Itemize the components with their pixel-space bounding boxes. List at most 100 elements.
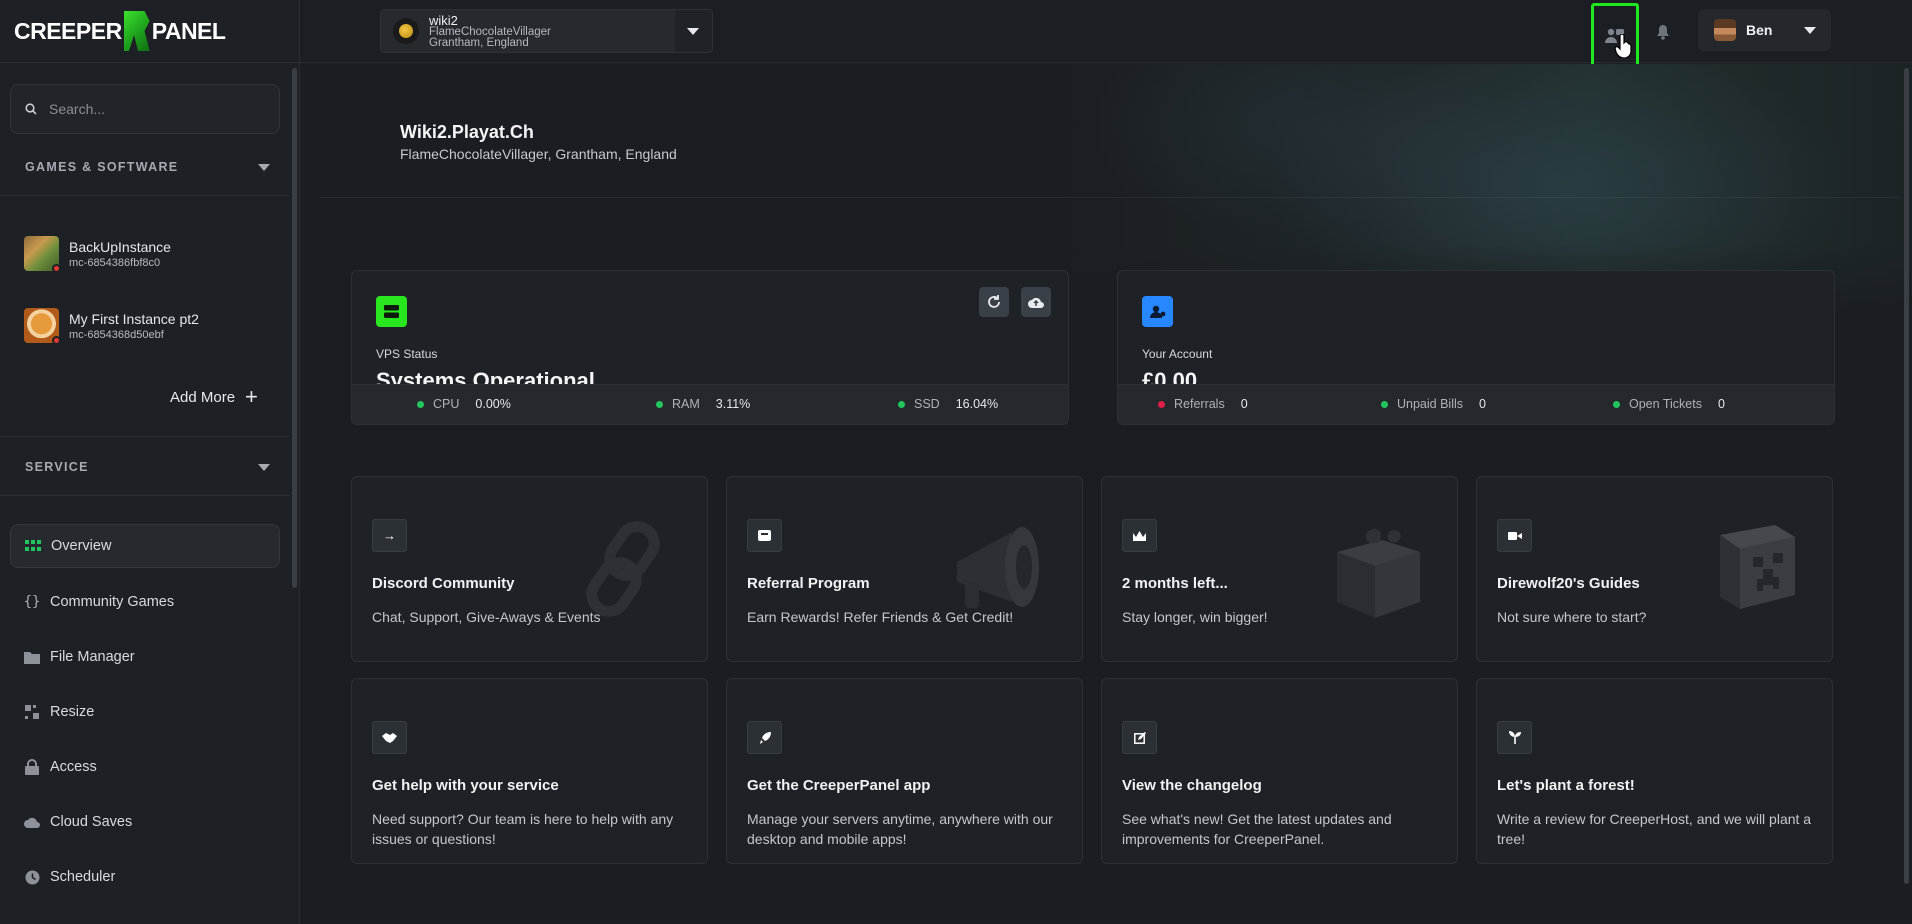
sidebar-item-community-games[interactable]: {} Community Games — [10, 580, 280, 624]
grid-icon — [25, 538, 41, 554]
sidebar-item-resize[interactable]: Resize — [10, 690, 280, 734]
stat-value: 0 — [1717, 397, 1725, 411]
tile-description: Manage your servers anytime, anywhere wi… — [747, 811, 1053, 847]
unpaid-bills-stat[interactable]: Unpaid Bills 0 — [1381, 397, 1486, 411]
get-app-tile[interactable]: Get the CreeperPanel app Manage your ser… — [726, 678, 1083, 864]
tile-title: Let's plant a forest! — [1497, 777, 1635, 794]
referrals-stat[interactable]: Referrals 0 — [1158, 397, 1248, 411]
clock-icon — [24, 869, 40, 885]
tile-description: Not sure where to start? — [1497, 609, 1647, 625]
instance-thumbnail — [24, 236, 61, 273]
topbar: wiki2 FlameChocolateVillager Grantham, E… — [300, 0, 1912, 69]
server-node: FlameChocolateVillager — [429, 25, 551, 38]
discord-community-tile[interactable]: → Discord Community Chat, Support, Give-… — [351, 476, 708, 662]
server-name: wiki2 — [429, 12, 458, 28]
instance-item[interactable]: BackUpInstance mc-6854386fbf8c0 — [24, 236, 171, 273]
search-input[interactable] — [49, 101, 249, 117]
server-rack-icon — [376, 296, 407, 327]
instance-id: mc-6854386fbf8c0 — [69, 256, 161, 269]
plant-forest-tile[interactable]: Let's plant a forest! Write a review for… — [1476, 678, 1833, 864]
loyalty-tile[interactable]: 2 months left... Stay longer, win bigger… — [1101, 476, 1458, 662]
get-help-tile[interactable]: Get help with your service Need support?… — [351, 678, 708, 864]
status-dot — [1613, 400, 1620, 408]
status-dot — [1158, 400, 1165, 408]
sidebar-item-overview[interactable]: Overview — [10, 524, 280, 568]
sidebar-item-label: Access — [50, 759, 97, 775]
service-section-header[interactable]: SERVICE — [25, 460, 270, 474]
folder-icon — [24, 649, 40, 665]
status-dot — [52, 336, 61, 345]
sidebar-item-label: Cloud Saves — [50, 814, 133, 830]
page-title: Wiki2.Playat.Ch — [400, 122, 534, 142]
add-more-label: Add More — [170, 388, 236, 406]
divider — [0, 495, 290, 496]
sidebar-item-access[interactable]: Access — [10, 745, 280, 789]
games-section-header[interactable]: GAMES & SOFTWARE — [25, 160, 270, 174]
stat-label: Open Tickets — [1629, 397, 1702, 411]
server-location: Grantham, England — [429, 36, 529, 49]
instance-id: mc-6854368d50ebf — [69, 328, 164, 341]
chain-link-icon — [586, 521, 660, 617]
divider — [0, 436, 290, 437]
chevron-down-icon — [258, 163, 270, 171]
status-dot — [898, 400, 905, 408]
user-card-icon — [1142, 296, 1173, 327]
tile-title: Discord Community — [372, 575, 515, 592]
sidebar-scrollbar[interactable] — [292, 68, 297, 588]
sidebar-search — [10, 84, 280, 134]
account-label: Your Account — [1142, 347, 1213, 361]
sidebar-item-file-manager[interactable]: File Manager — [10, 635, 280, 679]
vps-stats-bar: CPU 0.00% RAM 3.11% SSD 16.04% — [352, 384, 1068, 424]
logo-text-left: CREEPER — [14, 17, 122, 44]
user-menu[interactable]: Ben — [1698, 9, 1831, 51]
sidebar-item-cloud-saves[interactable]: Cloud Saves — [10, 800, 280, 844]
creeperpanel-logo[interactable]: CREEPER PANEL — [14, 11, 226, 51]
status-dot — [52, 264, 61, 273]
cloud-upload-icon — [1028, 297, 1044, 308]
instance-item[interactable]: My First Instance pt2 mc-6854368d50ebf — [24, 308, 199, 345]
instance-name: My First Instance pt2 — [69, 310, 199, 327]
ssd-stat: SSD 16.04% — [898, 397, 998, 411]
ram-stat: RAM 3.11% — [656, 397, 750, 411]
direwolf-guides-tile[interactable]: Direwolf20's Guides Not sure where to st… — [1476, 476, 1833, 662]
stat-label: Unpaid Bills — [1397, 397, 1464, 411]
lock-icon — [24, 759, 40, 775]
changelog-tile[interactable]: View the changelog See what's new! Get t… — [1101, 678, 1458, 864]
server-selector-body: wiki2 FlameChocolateVillager Grantham, E… — [381, 10, 675, 52]
logo-bar: CREEPER PANEL — [0, 0, 299, 63]
main-scrollbar[interactable] — [1904, 68, 1909, 884]
user-switch-button[interactable] — [1591, 3, 1639, 69]
vps-status-label: VPS Status — [376, 347, 438, 361]
tile-title: 2 months left... — [1122, 575, 1228, 592]
ticket-icon — [747, 519, 782, 552]
notifications-button[interactable] — [1640, 0, 1686, 63]
stat-value: 0 — [1479, 397, 1486, 411]
search-icon — [25, 103, 37, 115]
sidebar-item-scheduler[interactable]: Scheduler — [10, 855, 280, 899]
referral-program-tile[interactable]: Referral Program Earn Rewards! Refer Fri… — [726, 476, 1083, 662]
vps-status-card: VPS Status Systems Operational CPU 0.00%… — [351, 270, 1069, 425]
tile-description: Earn Rewards! Refer Friends & Get Credit… — [747, 609, 1014, 625]
resize-icon — [24, 704, 40, 720]
account-stats-bar: Referrals 0 Unpaid Bills 0 Open Tickets … — [1118, 384, 1834, 424]
main-content: Wiki2.Playat.Ch FlameChocolateVillager, … — [300, 64, 1912, 924]
sidebar-item-label: Resize — [50, 704, 95, 720]
bell-icon — [1657, 24, 1669, 40]
stat-label: CPU — [433, 397, 460, 411]
tile-title: Get help with your service — [372, 777, 559, 794]
chevron-down-icon[interactable] — [687, 27, 699, 35]
refresh-button[interactable] — [979, 287, 1009, 317]
server-selector[interactable]: wiki2 FlameChocolateVillager Grantham, E… — [380, 9, 713, 53]
cpu-stat: CPU 0.00% — [417, 397, 511, 411]
video-icon — [1497, 519, 1532, 552]
open-tickets-stat[interactable]: Open Tickets 0 — [1613, 397, 1725, 411]
tile-title: Get the CreeperPanel app — [747, 777, 931, 794]
add-more-button[interactable]: Add More + — [170, 386, 258, 408]
sidebar-item-label: Overview — [51, 538, 112, 554]
status-dot — [417, 400, 424, 408]
handshake-icon — [372, 721, 407, 754]
refresh-icon — [988, 295, 1000, 308]
tile-description: Need support? Our team is here to help w… — [372, 811, 674, 847]
cloud-upload-button[interactable] — [1021, 287, 1051, 317]
chevron-down-icon — [258, 463, 270, 471]
